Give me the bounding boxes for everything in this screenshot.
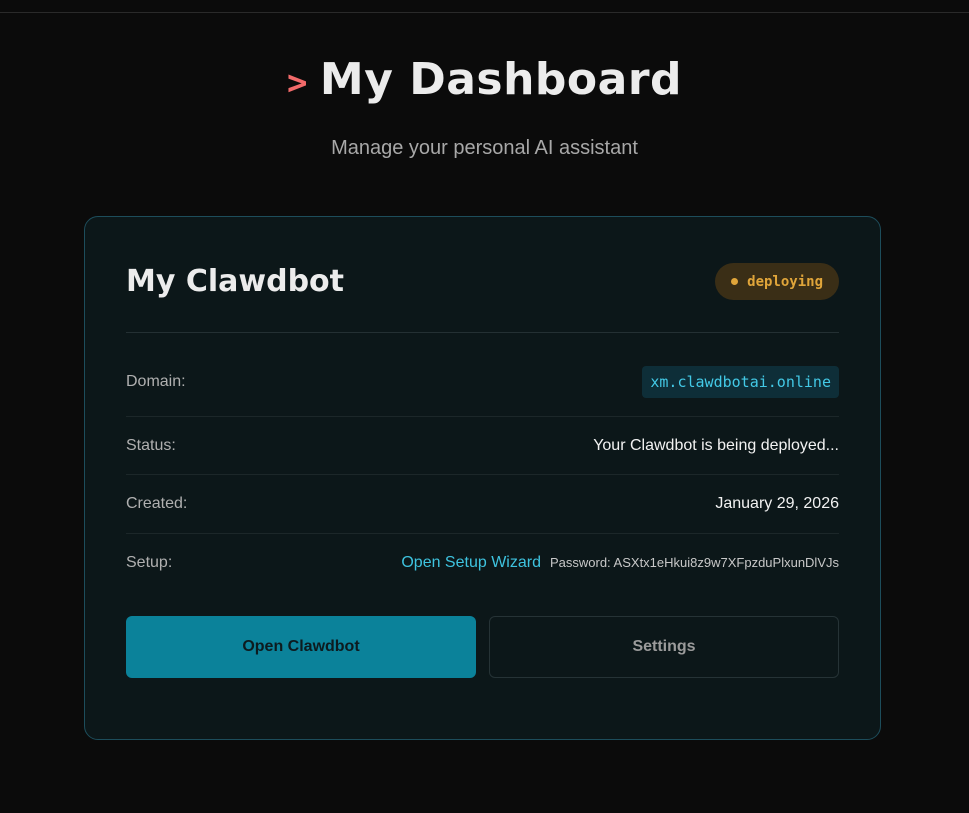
info-list: Domain: xm.clawdbotai.online Status: You… [126,347,839,592]
info-row-setup: Setup: Open Setup Wizard Password: ASXtx… [126,534,839,592]
status-value: Your Clawdbot is being deployed... [593,436,839,454]
open-clawdbot-button[interactable]: Open Clawdbot [126,616,476,678]
terminal-prompt-icon: > [286,63,308,103]
info-row-status: Status: Your Clawdbot is being deployed.… [126,417,839,475]
status-badge-label: deploying [747,273,823,290]
bot-card: My Clawdbot deploying Domain: xm.clawdbo… [84,216,881,740]
info-row-domain: Domain: xm.clawdbotai.online [126,347,839,417]
open-setup-wizard-link[interactable]: Open Setup Wizard [401,554,541,572]
page-header: > My Dashboard Manage your personal AI a… [0,52,969,160]
settings-button[interactable]: Settings [489,616,839,678]
page-subtitle: Manage your personal AI assistant [331,137,638,159]
status-label: Status: [126,436,176,454]
setup-label: Setup: [126,554,173,571]
info-row-created: Created: January 29, 2026 [126,475,839,534]
domain-label: Domain: [126,372,186,390]
status-dot-icon [731,278,739,285]
card-header: My Clawdbot deploying [126,217,839,333]
page-title: > My Dashboard [287,52,682,108]
card-title: My Clawdbot [126,264,345,299]
page-title-text: My Dashboard [319,54,683,105]
setup-password: Password: ASXtx1eHkui8z9w7XFpzduPlxunDlV… [549,555,839,570]
setup-value: Open Setup Wizard Password: ASXtx1eHkui8… [401,554,839,572]
created-value: January 29, 2026 [715,495,839,512]
created-label: Created: [126,495,188,512]
top-divider [0,12,969,13]
status-badge: deploying [715,263,839,300]
card-actions: Open Clawdbot Settings [126,616,839,678]
domain-value: xm.clawdbotai.online [642,365,839,398]
